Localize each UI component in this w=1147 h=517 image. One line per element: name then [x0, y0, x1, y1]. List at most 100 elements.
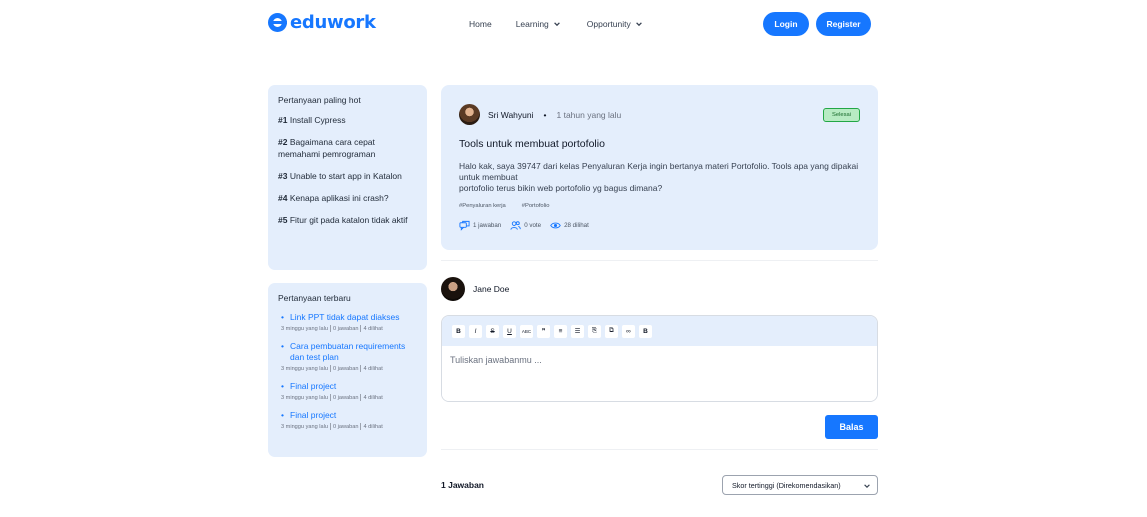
newest-question-item: • Final project 3 minggu yang lalu 0 jawab… [278, 381, 417, 401]
bullet-list-button[interactable]: ≡ [554, 324, 567, 338]
meta-answers: 0 jawaban [332, 423, 359, 430]
spellcheck-button[interactable]: ABC [520, 324, 533, 338]
editor-toolbar: B I S U ABC ❞ ≡ ☰ ⎘ ⧉ ∞ B [442, 316, 877, 346]
user-avatar[interactable] [441, 277, 465, 301]
question-header: Sri Wahyuni • 1 tahun yang lalu [459, 104, 860, 125]
meta-answers: 0 jawaban [332, 394, 359, 401]
meta-views: 4 dilihat [363, 365, 383, 372]
answers-count-label: 1 Jawaban [441, 480, 484, 490]
brand-name: eduwork [290, 12, 376, 33]
views-count: 28 dilihat [564, 222, 589, 229]
question-body-line: Halo kak, saya 39747 dari kelas Penyalur… [459, 161, 859, 182]
nav-learning-label: Learning [515, 19, 549, 29]
meta-views: 4 dilihat [363, 423, 383, 430]
question-body: Halo kak, saya 39747 dari kelas Penyalur… [459, 161, 859, 194]
newest-question-link[interactable]: • Cara pembuatan requirements dan test pl… [278, 341, 417, 363]
ordered-list-button[interactable]: ☰ [571, 324, 584, 338]
question-tags: #Penyaluran kerja #Portofolio [459, 203, 860, 209]
newest-question-link[interactable]: • Link PPT tidak dapat diakses [278, 312, 417, 323]
underline-button[interactable]: U [503, 324, 516, 338]
views-stat: 28 dilihat [550, 220, 589, 231]
hot-question-text: Kenapa aplikasi ini crash? [289, 193, 389, 203]
newest-question-title: Final project [290, 410, 337, 420]
bold-alt-button[interactable]: B [639, 324, 652, 338]
hot-question-item[interactable]: #1 Install Cypress [278, 114, 417, 126]
answer-input[interactable] [442, 346, 877, 401]
bullet-icon: • [281, 312, 284, 322]
strikethrough-button[interactable]: S [486, 324, 499, 338]
hot-question-text: Fitur git pada katalon tidak aktif [289, 215, 408, 225]
top-navbar: eduwork Home Learning Opportunity Login … [0, 0, 1147, 50]
meta-views: 4 dilihat [363, 394, 383, 401]
hot-question-text: Install Cypress [289, 115, 346, 125]
reply-button[interactable]: Balas [825, 415, 878, 439]
eye-icon [550, 222, 561, 229]
hot-questions-title: Pertanyaan paling hot [278, 95, 361, 105]
meta-time: 3 minggu yang lalu [281, 365, 328, 372]
bold-button[interactable]: B [452, 324, 465, 338]
hot-question-item[interactable]: #2 Bagaimana cara cepat memahami pemrogr… [278, 136, 417, 160]
quote-button[interactable]: ❞ [537, 324, 550, 338]
sort-select[interactable]: Skor tertinggi (Direkomendasikan) [722, 475, 878, 495]
chevron-down-icon [553, 22, 560, 27]
status-badge: Selesai [823, 108, 860, 122]
nav-home[interactable]: Home [469, 19, 492, 29]
newest-question-item: • Final project 3 minggu yang lalu 0 jawab… [278, 410, 417, 430]
hot-question-item[interactable]: #3 Unable to start app in Katalon [278, 170, 417, 182]
tag[interactable]: #Portofolio [522, 203, 550, 209]
hot-rank: #3 [278, 171, 288, 181]
link-button[interactable]: ∞ [622, 324, 635, 338]
chevron-down-icon [864, 484, 870, 488]
newest-question-title: Cara pembuatan requirements dan test pla… [290, 341, 406, 362]
image-button[interactable]: ⎘ [588, 324, 601, 338]
hot-rank: #5 [278, 215, 288, 225]
answers-count: 1 jawaban [473, 222, 502, 229]
nav-opportunity[interactable]: Opportunity [587, 19, 643, 29]
newest-question-link[interactable]: • Final project [278, 381, 417, 392]
copy-button[interactable]: ⧉ [605, 324, 618, 338]
hot-rank: #1 [278, 115, 288, 125]
bullet-icon: • [281, 381, 284, 391]
nav-learning[interactable]: Learning [516, 19, 561, 29]
question-time: 1 tahun yang lalu [556, 109, 622, 120]
brand-logo[interactable]: eduwork [268, 12, 376, 33]
newest-question-meta: 3 minggu yang lalu 0 jawaban 4 dilihat [281, 423, 417, 430]
answer-editor: B I S U ABC ❞ ≡ ☰ ⎘ ⧉ ∞ B [441, 315, 878, 402]
eduwork-logo-icon [268, 13, 287, 32]
hot-question-text: Unable to start app in Katalon [289, 171, 402, 181]
tag[interactable]: #Penyaluran kerja [459, 203, 506, 209]
meta-answers: 0 jawaban [332, 325, 359, 332]
user-name: Jane Doe [473, 284, 510, 294]
users-icon [510, 221, 521, 230]
question-body-line: portofolio terus bikin web portofolio yg… [459, 183, 663, 193]
newest-questions-title: Pertanyaan terbaru [278, 293, 351, 303]
newest-question-meta: 3 minggu yang lalu 0 jawaban 4 dilihat [281, 365, 417, 372]
question-stats: 1 jawaban 0 vote 28 dilihat [459, 220, 860, 231]
hot-rank: #2 [278, 137, 288, 147]
bullet-icon: • [281, 410, 284, 420]
login-button[interactable]: Login [763, 12, 809, 36]
question-title: Tools untuk membuat portofolio [459, 138, 605, 150]
hot-question-text: Bagaimana cara cepat memahami pemrograma… [278, 137, 376, 159]
nav-home-label: Home [469, 19, 492, 29]
newest-questions-card: Pertanyaan terbaru • Link PPT tidak dapat… [268, 283, 427, 457]
chevron-down-icon [635, 22, 642, 27]
newest-question-meta: 3 minggu yang lalu 0 jawaban 4 dilihat [281, 325, 417, 332]
meta-answers: 0 jawaban [332, 365, 359, 372]
answer-author: Jane Doe [441, 277, 509, 301]
divider [441, 449, 878, 450]
newest-question-link[interactable]: • Final project [278, 410, 417, 421]
register-button[interactable]: Register [816, 12, 871, 36]
votes-stat: 0 vote [510, 220, 541, 231]
author-name[interactable]: Sri Wahyuni [488, 110, 534, 120]
nav-links: Home Learning Opportunity [469, 19, 643, 29]
hot-questions-card: Pertanyaan paling hot #1 Install Cypress… [268, 85, 427, 270]
votes-count: 0 vote [524, 222, 542, 229]
question-card: Sri Wahyuni • 1 tahun yang lalu Selesai … [441, 85, 878, 250]
author-avatar[interactable] [459, 104, 480, 125]
hot-question-item[interactable]: #5 Fitur git pada katalon tidak aktif [278, 214, 417, 226]
italic-button[interactable]: I [469, 324, 482, 338]
hot-question-item[interactable]: #4 Kenapa aplikasi ini crash? [278, 192, 417, 204]
answers-stat: 1 jawaban [459, 220, 501, 231]
nav-opportunity-label: Opportunity [586, 19, 631, 29]
